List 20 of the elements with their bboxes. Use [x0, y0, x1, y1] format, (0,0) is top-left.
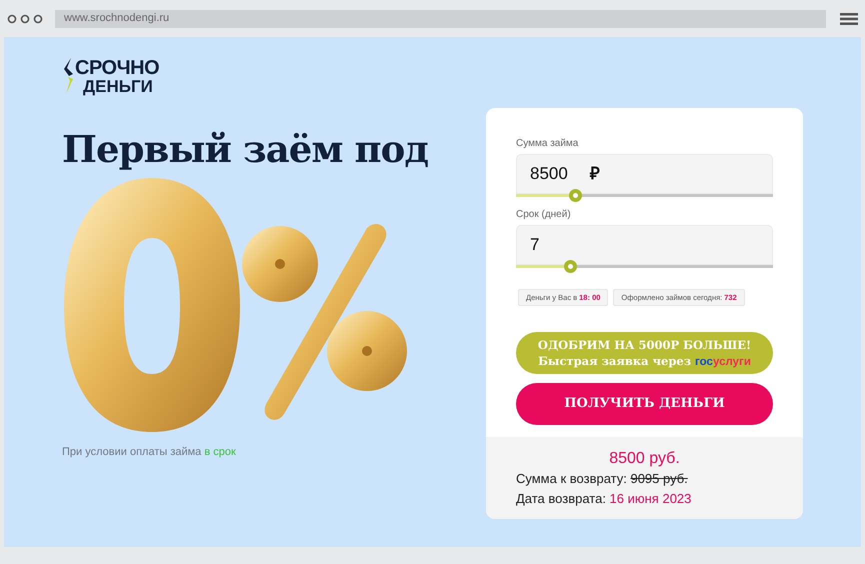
- slider[interactable]: [516, 260, 773, 273]
- logo-icon: [62, 57, 74, 95]
- menu-icon[interactable]: [840, 12, 858, 24]
- input-field[interactable]: 8500 ₽: [516, 154, 773, 194]
- address-bar[interactable]: www.srochnodengi.ru: [55, 10, 826, 28]
- logo-text: СРОЧНО: [75, 58, 160, 78]
- return-amount-text: Сумма к возврату: 9095 руб.: [516, 470, 689, 488]
- slider[interactable]: [516, 189, 773, 202]
- hero-heading: Первый заём под: [62, 131, 430, 168]
- gosuslugi-button[interactable]: ОДОБРИМ НА 5000Р БОЛЬШЕ! Быстрая заявка через госуслуги: [516, 332, 773, 374]
- slider-thumb[interactable]: [569, 189, 582, 202]
- new-amount: 8500 руб.: [609, 449, 680, 469]
- field-label: Срок (дней): [516, 208, 572, 222]
- hero-note: При условии оплаты займа в срок: [62, 445, 237, 460]
- input-field[interactable]: 7: [516, 225, 773, 265]
- logo-text: ДЕНЬГИ: [83, 78, 154, 94]
- get-money-button[interactable]: ПОЛУЧИТЬ ДЕНЬГИ: [516, 383, 773, 425]
- return-date-text: Дата возврата: 16 июня 2023: [516, 490, 692, 508]
- field-label: Сумма займа: [516, 137, 580, 151]
- window-controls-icon[interactable]: [7, 14, 43, 24]
